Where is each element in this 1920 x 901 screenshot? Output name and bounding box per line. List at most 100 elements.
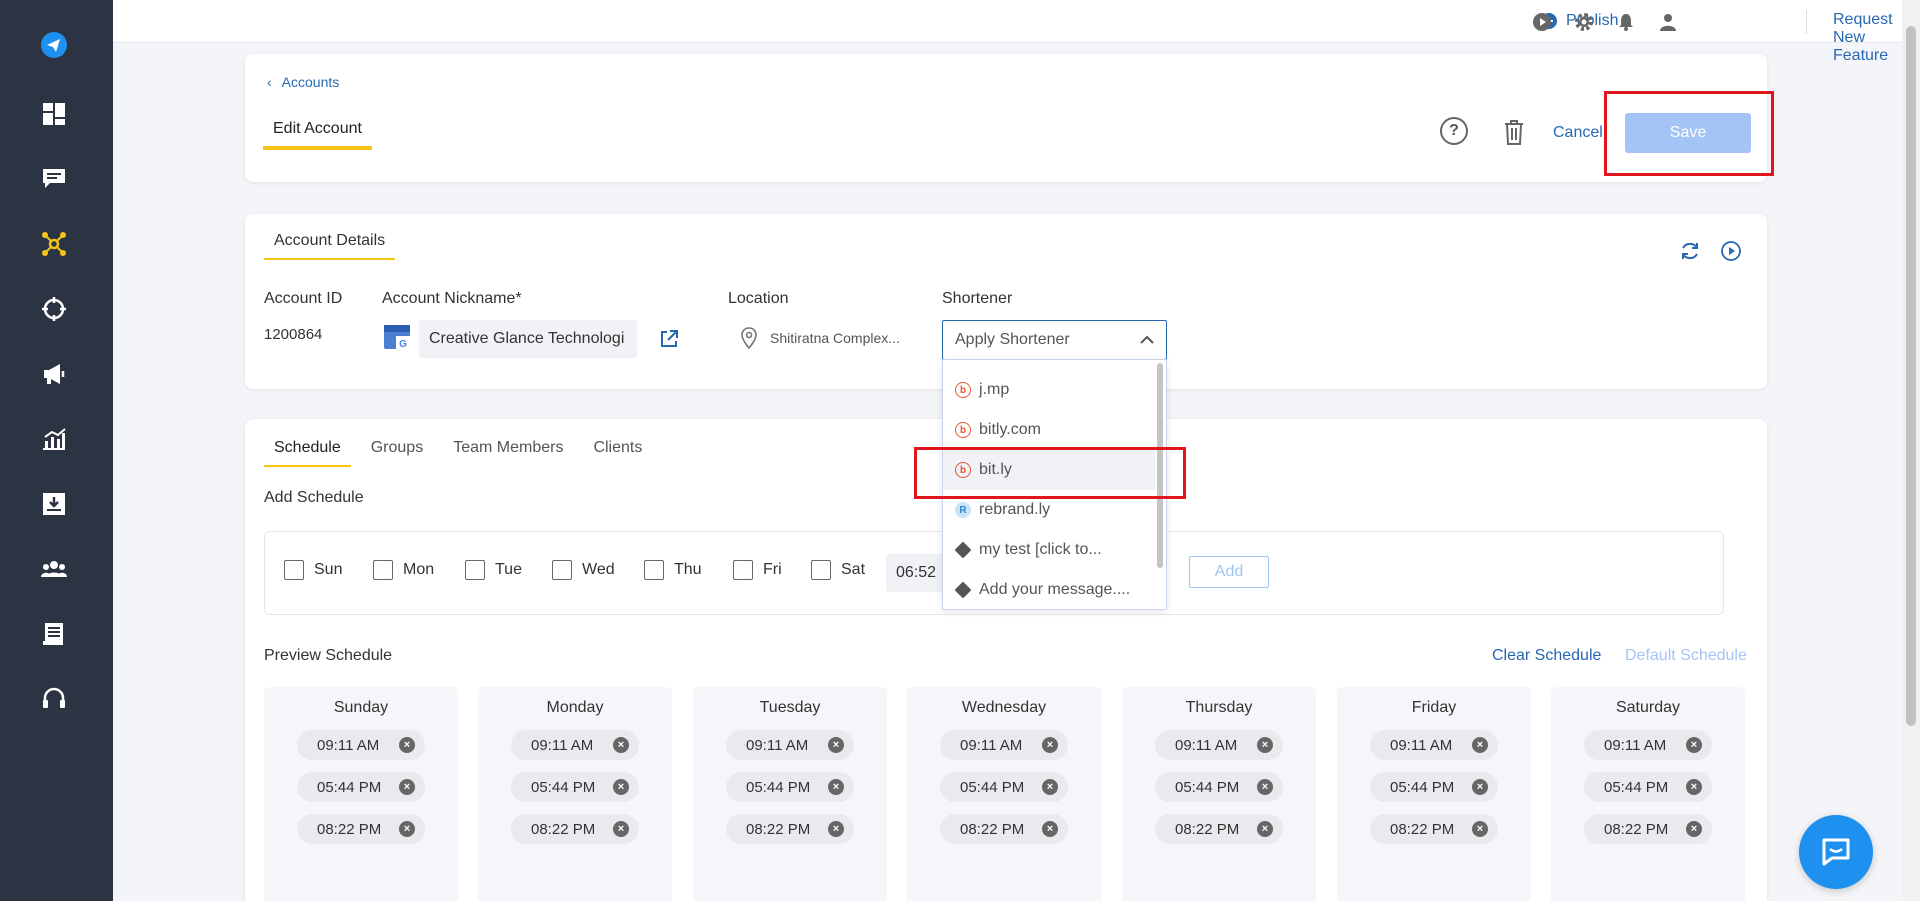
checkbox[interactable] (284, 560, 304, 580)
remove-time-icon[interactable]: × (1042, 737, 1058, 753)
remove-time-icon[interactable]: × (1686, 737, 1702, 753)
time-chip: 05:44 PM × (940, 772, 1068, 802)
day-checkbox-sun[interactable]: Sun (284, 560, 342, 580)
remove-time-icon[interactable]: × (399, 737, 415, 753)
time-chip: 09:11 AM × (511, 730, 639, 760)
shortener-option[interactable]: my test [click to... (943, 530, 1155, 570)
add-schedule-label: Add Schedule (264, 489, 364, 506)
time-chip-label: 05:44 PM (1604, 778, 1669, 796)
day-checkbox-sat[interactable]: Sat (811, 560, 865, 580)
checkbox[interactable] (811, 560, 831, 580)
play-circle-icon[interactable] (1720, 240, 1742, 262)
shortener-select[interactable]: Apply Shortener (942, 320, 1167, 360)
remove-time-icon[interactable]: × (613, 779, 629, 795)
team-icon[interactable] (38, 553, 70, 585)
remove-time-icon[interactable]: × (1686, 821, 1702, 837)
external-link-icon[interactable] (658, 328, 680, 350)
remove-time-icon[interactable]: × (1472, 737, 1488, 753)
day-checkbox-wed[interactable]: Wed (552, 560, 615, 580)
page-scrollbar[interactable] (1902, 0, 1920, 901)
day-column: Saturday 09:11 AM × 05:44 PM × 08:22 PM × (1551, 687, 1745, 901)
day-label: Tue (495, 561, 522, 578)
sidebar (0, 0, 113, 901)
remove-time-icon[interactable]: × (828, 737, 844, 753)
remove-time-icon[interactable]: × (399, 779, 415, 795)
tab-clients[interactable]: Clients (583, 439, 652, 467)
refresh-icon[interactable] (1679, 240, 1701, 262)
clear-schedule-link[interactable]: Clear Schedule (1492, 647, 1601, 665)
accounts-network-icon[interactable] (38, 228, 70, 260)
tab-team-members[interactable]: Team Members (443, 439, 573, 467)
remove-time-icon[interactable]: × (1472, 779, 1488, 795)
analytics-icon[interactable] (38, 423, 70, 455)
time-chip: 05:44 PM × (726, 772, 854, 802)
remove-time-icon[interactable]: × (613, 737, 629, 753)
time-chip: 09:11 AM × (297, 730, 425, 760)
checkbox[interactable] (552, 560, 572, 580)
day-checkbox-fri[interactable]: Fri (733, 560, 782, 580)
target-icon[interactable] (38, 293, 70, 325)
divider (1806, 10, 1807, 34)
remove-time-icon[interactable]: × (828, 779, 844, 795)
time-chip-label: 05:44 PM (1175, 778, 1240, 796)
chat-support-button[interactable] (1799, 815, 1873, 889)
add-schedule-button[interactable]: Add (1189, 556, 1269, 588)
time-chip: 09:11 AM × (1584, 730, 1712, 760)
remove-time-icon[interactable]: × (1042, 821, 1058, 837)
top-bar: Publish Request New Feature (113, 0, 1920, 64)
default-schedule-link[interactable]: Default Schedule (1625, 647, 1747, 665)
remove-time-icon[interactable]: × (613, 821, 629, 837)
time-chip: 09:11 AM × (726, 730, 854, 760)
download-inbox-icon[interactable] (38, 488, 70, 520)
location-value: Shitiratna Complex... (770, 330, 900, 346)
remove-time-icon[interactable]: × (1257, 737, 1273, 753)
tab-groups[interactable]: Groups (361, 439, 433, 467)
header-card: ‹ Accounts Edit Account ? Cancel Save (245, 54, 1767, 182)
scrollbar-thumb[interactable] (1906, 26, 1916, 726)
remove-time-icon[interactable]: × (1042, 779, 1058, 795)
shortener-option[interactable]: b bitly.com (943, 410, 1155, 450)
remove-time-icon[interactable]: × (1472, 821, 1488, 837)
checkbox[interactable] (644, 560, 664, 580)
save-highlight-box (1604, 91, 1774, 176)
remove-time-icon[interactable]: × (1686, 779, 1702, 795)
day-checkbox-tue[interactable]: Tue (465, 560, 522, 580)
reports-icon[interactable] (38, 618, 70, 650)
user-profile-icon[interactable] (1658, 12, 1678, 32)
notification-bell-icon[interactable] (1616, 12, 1636, 32)
remove-time-icon[interactable]: × (399, 821, 415, 837)
time-chip-label: 08:22 PM (1175, 820, 1240, 838)
support-headset-icon[interactable] (38, 683, 70, 715)
dashboard-icon[interactable] (38, 98, 70, 130)
gear-icon[interactable] (1574, 12, 1594, 32)
bitly-highlight-box (914, 447, 1186, 499)
time-chip: 08:22 PM × (511, 814, 639, 844)
day-checkbox-mon[interactable]: Mon (373, 560, 434, 580)
remove-time-icon[interactable]: × (828, 821, 844, 837)
help-icon[interactable]: ? (1440, 117, 1468, 145)
trash-icon[interactable] (1502, 118, 1526, 146)
checkbox[interactable] (373, 560, 393, 580)
account-id-value: 1200864 (264, 326, 323, 343)
day-column: Sunday 09:11 AM × 05:44 PM × 08:22 PM × (264, 687, 458, 901)
cancel-button[interactable]: Cancel (1553, 124, 1603, 142)
messages-icon[interactable] (38, 163, 70, 195)
account-id-label: Account ID (264, 290, 343, 307)
shortener-option[interactable]: Add your message.... (943, 570, 1155, 609)
remove-time-icon[interactable]: × (1257, 779, 1273, 795)
checkbox[interactable] (465, 560, 485, 580)
megaphone-icon[interactable] (38, 358, 70, 390)
breadcrumb[interactable]: ‹ Accounts (267, 74, 339, 90)
time-chip: 05:44 PM × (511, 772, 639, 802)
day-label: Sat (841, 561, 866, 578)
account-details-tab[interactable]: Account Details (264, 232, 396, 260)
day-checkbox-thu[interactable]: Thu (644, 560, 702, 580)
tab-schedule[interactable]: Schedule (264, 439, 351, 467)
nickname-input[interactable]: Creative Glance Technologi (419, 320, 637, 358)
play-icon[interactable] (1532, 12, 1552, 32)
remove-time-icon[interactable]: × (1257, 821, 1273, 837)
shortener-option[interactable]: b j.mp (943, 370, 1155, 410)
logo-icon[interactable] (38, 29, 70, 61)
chevron-up-icon (1140, 335, 1154, 344)
checkbox[interactable] (733, 560, 753, 580)
